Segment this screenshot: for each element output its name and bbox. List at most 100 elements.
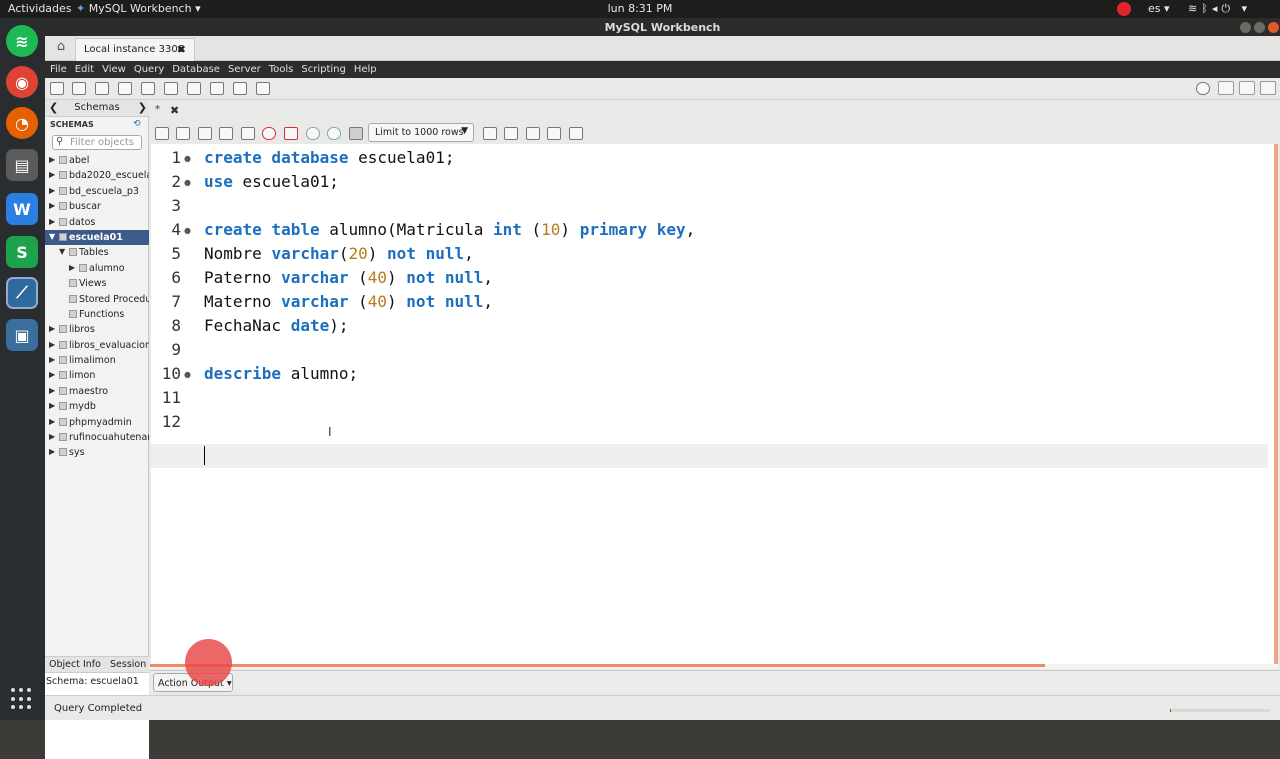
schema-tree-item[interactable]: ▶ rufinocuahutenanc — [45, 430, 149, 445]
add-snippet-icon[interactable] — [483, 127, 497, 140]
toggle-secondary-sidebar-icon[interactable] — [1260, 81, 1276, 95]
toggle-error-stop-icon[interactable] — [284, 127, 298, 140]
collapse-arrow-icon[interactable]: ▶ — [49, 370, 55, 379]
tab-session[interactable]: Session — [110, 659, 146, 670]
create-view-icon[interactable] — [164, 82, 178, 95]
chrome-icon[interactable]: ◉ — [6, 66, 38, 98]
vertical-scrollbar[interactable] — [1274, 144, 1278, 664]
schemas-tab[interactable]: Schemas — [45, 102, 149, 113]
schema-tree-item[interactable]: Functions — [45, 307, 149, 322]
menu-help[interactable]: Help — [354, 64, 377, 75]
schema-tree-item[interactable]: ▶ libros_evaluacion — [45, 338, 149, 353]
collapse-arrow-icon[interactable]: ▶ — [49, 386, 55, 395]
collapse-arrow-icon[interactable]: ▶ — [49, 401, 55, 410]
schema-tree-item[interactable]: ▼ escuela01 — [45, 229, 149, 246]
menu-server[interactable]: Server — [228, 64, 261, 75]
create-table-icon[interactable] — [141, 82, 155, 95]
wps-sheets-icon[interactable]: S — [6, 236, 38, 268]
menu-view[interactable]: View — [102, 64, 126, 75]
chevron-right-icon[interactable]: ❯ — [138, 101, 147, 114]
filter-objects-input[interactable]: ⚲ Filter objects — [52, 135, 142, 150]
minimize-button[interactable] — [1240, 22, 1251, 33]
search-table-data-icon[interactable] — [233, 82, 247, 95]
invisible-chars-icon[interactable] — [547, 127, 561, 140]
app-menu[interactable]: ✦ MySQL Workbench ▾ — [76, 2, 201, 15]
query-tab[interactable]: * ✖ — [151, 100, 191, 120]
schema-tree-item[interactable]: ▶ buscar — [45, 199, 149, 214]
stop-icon[interactable] — [262, 127, 276, 140]
collapse-arrow-icon[interactable]: ▶ — [49, 417, 55, 426]
wps-writer-icon[interactable]: W — [6, 193, 38, 225]
activities-button[interactable]: Actividades — [8, 2, 72, 15]
collapse-arrow-icon[interactable]: ▶ — [49, 217, 55, 226]
find-icon[interactable] — [526, 127, 540, 140]
collapse-arrow-icon[interactable]: ▶ — [49, 340, 55, 349]
sql-editor[interactable]: 1 ● create database escuela01; 2 ● use escuel… — [151, 144, 1274, 664]
collapse-arrow-icon[interactable]: ▶ — [69, 263, 75, 272]
execute-icon[interactable] — [198, 127, 212, 140]
firefox-icon[interactable]: ◔ — [6, 107, 38, 139]
collapse-arrow-icon[interactable]: ▶ — [49, 447, 55, 456]
toggle-sidebar-icon[interactable] — [1218, 81, 1234, 95]
schema-tree-item[interactable]: ▶ alumno — [45, 261, 149, 276]
schema-tree-item[interactable]: Stored Procedu — [45, 292, 149, 307]
collapse-arrow-icon[interactable]: ▶ — [49, 355, 55, 364]
menu-file[interactable]: File — [50, 64, 67, 75]
wrap-lines-icon[interactable] — [569, 127, 583, 140]
autocommit-icon[interactable] — [349, 127, 363, 140]
execute-current-icon[interactable] — [219, 127, 233, 140]
schema-tree-item[interactable]: Views — [45, 276, 149, 291]
expand-arrow-icon[interactable]: ▼ — [49, 232, 55, 241]
reconnect-icon[interactable] — [256, 82, 270, 95]
horizontal-scrollbar[interactable] — [150, 664, 1278, 669]
schema-tree-item[interactable]: ▶ limon — [45, 368, 149, 383]
schema-tree-item[interactable]: ▼ Tables — [45, 245, 149, 260]
explain-icon[interactable] — [241, 127, 255, 140]
collapse-arrow-icon[interactable]: ▶ — [49, 201, 55, 210]
rollback-icon[interactable] — [327, 127, 341, 140]
refresh-schemas-icon[interactable]: ⟲ — [133, 119, 141, 129]
create-function-icon[interactable] — [210, 82, 224, 95]
schema-tree-item[interactable]: ▶ phpmyadmin — [45, 415, 149, 430]
menu-edit[interactable]: Edit — [75, 64, 94, 75]
files-icon[interactable]: ▤ — [6, 149, 38, 181]
save-icon[interactable] — [176, 127, 190, 140]
open-sql-script-icon[interactable] — [72, 82, 86, 95]
schema-tree-item[interactable]: ▶ libros — [45, 322, 149, 337]
expand-arrow-icon[interactable]: ▼ — [59, 247, 65, 256]
schema-tree-item[interactable]: ▶ abel — [45, 153, 149, 168]
schema-tree-item[interactable]: ▶ datos — [45, 215, 149, 230]
close-query-tab-icon[interactable]: ✖ — [170, 104, 179, 117]
settings-icon[interactable] — [1196, 82, 1210, 95]
collapse-arrow-icon[interactable]: ▶ — [49, 155, 55, 164]
screen-recorder-icon[interactable]: ▣ — [6, 319, 38, 351]
create-procedure-icon[interactable] — [187, 82, 201, 95]
commit-icon[interactable] — [306, 127, 320, 140]
menu-tools[interactable]: Tools — [269, 64, 294, 75]
record-icon[interactable] — [1117, 2, 1131, 16]
home-icon[interactable]: ⌂ — [51, 39, 71, 59]
toggle-output-icon[interactable] — [1239, 81, 1255, 95]
collapse-arrow-icon[interactable]: ▶ — [49, 170, 55, 179]
new-sql-tab-icon[interactable] — [50, 82, 64, 95]
inspector-icon[interactable] — [95, 82, 109, 95]
maximize-button[interactable] — [1254, 22, 1265, 33]
limit-rows-select[interactable]: Limit to 1000 rows ▼ — [368, 123, 474, 142]
create-schema-icon[interactable] — [118, 82, 132, 95]
show-apps-icon[interactable] — [11, 688, 33, 710]
spotify-icon[interactable]: ≋ — [6, 25, 38, 57]
collapse-arrow-icon[interactable]: ▶ — [49, 186, 55, 195]
menu-database[interactable]: Database — [172, 64, 220, 75]
close-window-button[interactable] — [1268, 22, 1279, 33]
close-icon[interactable]: ✖ — [177, 43, 186, 56]
system-tray[interactable]: ≋ᛒ◂⏻ ▾ — [1188, 2, 1251, 16]
schema-tree-item[interactable]: ▶ maestro — [45, 384, 149, 399]
schema-tree-item[interactable]: ▶ bda2020_escuela_ — [45, 168, 149, 183]
collapse-arrow-icon[interactable]: ▶ — [49, 324, 55, 333]
tab-object-info[interactable]: Object Info — [49, 659, 101, 670]
schema-tree-item[interactable]: ▶ bd_escuela_p3 — [45, 184, 149, 199]
menu-scripting[interactable]: Scripting — [301, 64, 345, 75]
schema-tree-item[interactable]: ▶ sys — [45, 445, 149, 460]
beautify-icon[interactable] — [504, 127, 518, 140]
mysql-workbench-dock-icon[interactable]: ⟋ — [6, 277, 38, 309]
